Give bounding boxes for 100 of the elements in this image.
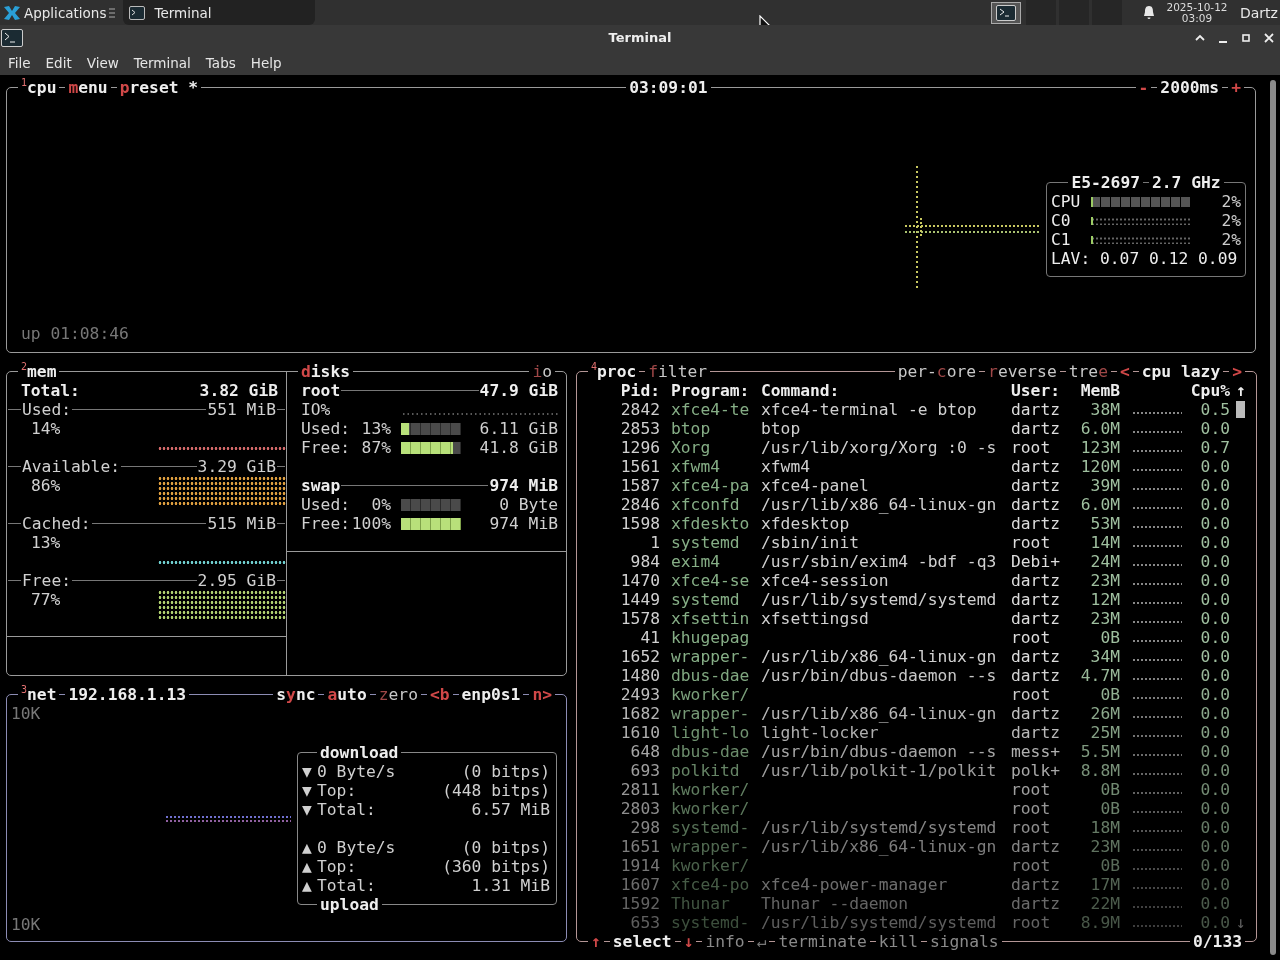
table-cell-text: /usr/bin/dbus-daemon --s [760, 742, 998, 761]
core-label: CPU [1051, 192, 1082, 211]
table-cell-text: dartz [1010, 723, 1061, 742]
disk-name: root [301, 381, 341, 400]
table-cell-text: 25M [1089, 723, 1120, 742]
table-cell-text: 8.9M [1079, 913, 1120, 932]
table-cell-text: 14M [1089, 533, 1120, 552]
table-cell-text: 1592 [619, 894, 660, 913]
memory-value: 551 MiB [207, 400, 276, 419]
memory-percent: 14% [30, 419, 62, 438]
table-cell-text: 12M [1089, 590, 1120, 609]
table-cell-text: /usr/sbin/exim4 -bdf -q3 [760, 552, 998, 571]
table-cell-text: 0.0 [1199, 590, 1230, 609]
box-title: $^{4}$proc [588, 362, 640, 381]
table-cell-text: 1607 [619, 875, 660, 894]
cpu-reading: 2% [1220, 211, 1241, 230]
toggle-button[interactable]: preset * [116, 78, 202, 97]
column-header[interactable]: MemB [1061, 381, 1120, 400]
core-label: C1 [1051, 230, 1072, 249]
scrollbar-thumb[interactable] [1270, 80, 1276, 955]
disk-percent: 100% [351, 514, 391, 533]
table-cell-text: 0.0 [1199, 609, 1230, 628]
user-name[interactable]: Dartz [1240, 4, 1280, 21]
menu-item[interactable]: Help [242, 52, 289, 73]
table-cell-text: /usr/lib/x86_64-linux-gn [760, 837, 998, 856]
table-cell-text: dartz [1010, 837, 1061, 856]
menu-item[interactable]: Edit [37, 52, 79, 73]
table-cell-text: 0B [1099, 799, 1120, 818]
table-cell-text: kworker/ [670, 685, 750, 704]
table-cell-text: 1598 [619, 514, 660, 533]
table-cell-text: /usr/lib/x86_64-linux-gn [760, 495, 998, 514]
disk-size: 47.9 GiB [479, 381, 558, 400]
handle-icon[interactable] [109, 6, 116, 19]
table-cell-text: 0.0 [1199, 476, 1230, 495]
table-cell-text: 120M [1079, 457, 1120, 476]
header-label: 0/133 [1190, 932, 1245, 951]
table-cell-text: /usr/lib/systemd/systemd [760, 590, 998, 609]
table-cell-text: 1 [649, 533, 660, 552]
traffic-value: 1.31 MiB [471, 876, 550, 895]
table-cell-text: 17M [1089, 875, 1120, 894]
menu-item[interactable]: Terminal [125, 52, 198, 73]
cpu-sparkline [1132, 411, 1182, 415]
memory-label: Total: [21, 381, 80, 400]
table-cell-text: dartz [1010, 400, 1061, 419]
table-cell-text: khugepag [670, 628, 750, 647]
table-cell-text: 22M [1089, 894, 1120, 913]
table-cell-text: 34M [1089, 647, 1120, 666]
table-cell-text: Thunar [670, 894, 731, 913]
box-title: $^{1}$cpu [18, 78, 60, 97]
table-cell-text: 0.0 [1199, 913, 1230, 932]
table-cell-text: dartz [1010, 894, 1061, 913]
column-header[interactable]: Pid: [582, 381, 660, 400]
table-cell-text: 0B [1099, 856, 1120, 875]
menu-item[interactable]: Tabs [197, 52, 243, 73]
table-cell-text: 0.0 [1199, 514, 1230, 533]
time-label: 03:09 [1181, 12, 1213, 24]
maximize-icon[interactable] [1240, 31, 1252, 44]
table-cell-text: mess+ [1010, 742, 1061, 761]
column-header[interactable]: Program: [660, 381, 750, 400]
cpu-sparkline [1132, 829, 1182, 833]
traffic-label: 0 Byte/s [317, 838, 397, 857]
table-cell-text: root [1010, 780, 1052, 799]
scrollbar-thumb[interactable] [1236, 401, 1245, 418]
table-cell-text: 1610 [619, 723, 660, 742]
close-icon[interactable] [1263, 31, 1275, 44]
table-cell-text: /sbin/init [760, 533, 861, 552]
table-cell-text: 1480 [619, 666, 660, 685]
table-cell-text: dartz [1010, 571, 1061, 590]
table-cell-text: xfwm4 [760, 457, 811, 476]
table-cell-text: dartz [1010, 704, 1061, 723]
table-cell-text: 0.0 [1199, 742, 1230, 761]
arrow-glyph: ▼ [302, 800, 313, 819]
table-cell-text: 5.5M [1079, 742, 1120, 761]
table-cell-text: xfsettingsd [760, 609, 870, 628]
scroll-up-arrow[interactable]: ↑ [1230, 381, 1254, 400]
app-menu-icon [3, 3, 21, 22]
cpu-sparkline [1132, 601, 1182, 605]
memory-label: Used: [22, 400, 71, 419]
table-cell-text: 648 [629, 742, 660, 761]
table-cell-text: wrapper- [670, 704, 750, 723]
applications-menu[interactable]: Applications [0, 0, 110, 25]
header-label: enp0s1 [458, 685, 524, 704]
table-cell-text: xfce4-panel [760, 476, 870, 495]
column-header[interactable]: Cpu% [1120, 381, 1230, 400]
bell-icon[interactable] [1141, 4, 1157, 21]
terminal-launcher[interactable] [991, 1, 1021, 24]
table-cell-text: 0.0 [1199, 685, 1230, 704]
memory-value: 3.29 GiB [197, 457, 276, 476]
table-cell-text: dartz [1010, 590, 1061, 609]
cpu-sparkline [1132, 544, 1182, 548]
uptime-label: up 01:08:46 [21, 324, 129, 343]
cpu-sparkline [1132, 620, 1182, 624]
column-header[interactable]: User: [1000, 381, 1061, 400]
table-cell-text: xfdesktop [760, 514, 851, 533]
table-cell-text: /usr/bin/dbus-daemon --s [760, 666, 998, 685]
menu-item[interactable]: View [78, 52, 126, 73]
table-cell-text: wrapper- [670, 647, 750, 666]
column-header[interactable]: Command: [750, 381, 1000, 400]
window-button[interactable]: Terminal [123, 0, 316, 25]
menu-item[interactable]: File [0, 52, 38, 73]
